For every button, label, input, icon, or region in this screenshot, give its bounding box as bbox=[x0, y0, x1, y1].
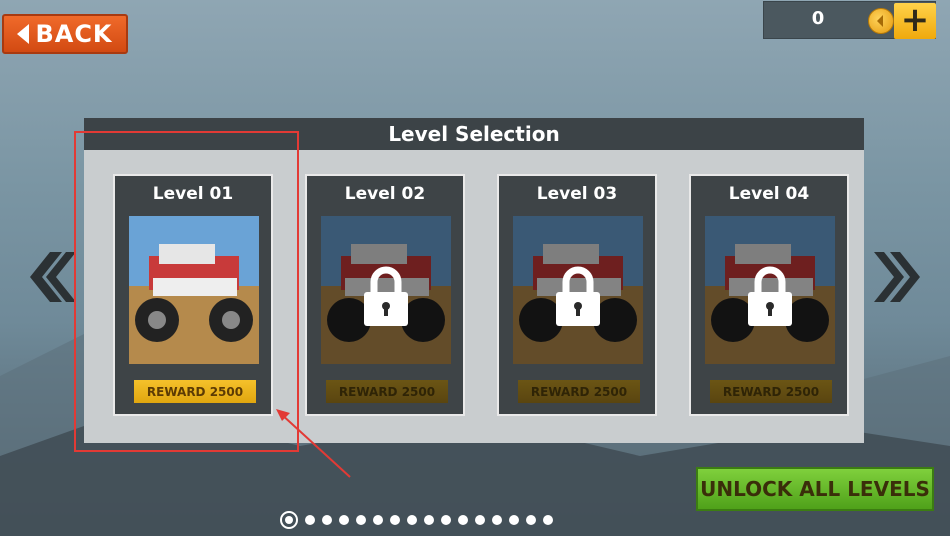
reward-badge: REWARD 2500 bbox=[710, 380, 832, 403]
page-dot[interactable] bbox=[356, 515, 366, 525]
unlock-all-levels-button[interactable]: UNLOCK ALL LEVELS bbox=[696, 467, 934, 511]
page-dot[interactable] bbox=[526, 515, 536, 525]
level-title: Level 04 bbox=[728, 184, 810, 204]
page-dot[interactable] bbox=[390, 515, 400, 525]
level-truck-image bbox=[513, 216, 643, 364]
page-dot[interactable] bbox=[407, 515, 417, 525]
page-dot-active[interactable] bbox=[280, 511, 298, 529]
back-arrow-icon bbox=[17, 24, 30, 44]
page-dot[interactable] bbox=[475, 515, 485, 525]
page-indicator bbox=[280, 508, 553, 532]
plus-icon: + bbox=[900, 0, 930, 40]
page-dot[interactable] bbox=[543, 515, 553, 525]
add-coins-button[interactable]: + bbox=[894, 3, 936, 39]
selection-highlight bbox=[74, 131, 299, 452]
previous-page-arrow-icon[interactable] bbox=[28, 250, 78, 304]
panel-title: Level Selection bbox=[388, 122, 560, 146]
level-title: Level 03 bbox=[536, 184, 618, 204]
annotation-arrow-icon bbox=[276, 409, 351, 478]
page-dot[interactable] bbox=[424, 515, 434, 525]
level-card-04[interactable]: Level 04 REWARD 2500 bbox=[689, 174, 849, 416]
page-dot[interactable] bbox=[458, 515, 468, 525]
coin-counter: 0 + bbox=[763, 1, 936, 39]
level-card-02[interactable]: Level 02 REWARD 2500 bbox=[305, 174, 465, 416]
reward-badge: REWARD 2500 bbox=[326, 380, 448, 403]
level-title: Level 02 bbox=[344, 184, 426, 204]
back-label: BACK bbox=[35, 20, 113, 48]
level-truck-image bbox=[321, 216, 451, 364]
page-dot[interactable] bbox=[373, 515, 383, 525]
lock-icon bbox=[748, 266, 792, 326]
level-card-03[interactable]: Level 03 REWARD 2500 bbox=[497, 174, 657, 416]
next-page-arrow-icon[interactable] bbox=[872, 250, 922, 304]
lock-icon bbox=[364, 266, 408, 326]
page-dot[interactable] bbox=[441, 515, 451, 525]
coin-icon bbox=[868, 8, 894, 34]
page-dot[interactable] bbox=[509, 515, 519, 525]
page-dot[interactable] bbox=[322, 515, 332, 525]
unlock-label: UNLOCK ALL LEVELS bbox=[700, 477, 930, 501]
page-dot[interactable] bbox=[305, 515, 315, 525]
coin-count: 0 bbox=[811, 8, 825, 29]
page-dot[interactable] bbox=[492, 515, 502, 525]
level-truck-image bbox=[705, 216, 835, 364]
reward-badge: REWARD 2500 bbox=[518, 380, 640, 403]
lock-icon bbox=[556, 266, 600, 326]
back-button[interactable]: BACK bbox=[2, 14, 128, 54]
page-dot[interactable] bbox=[339, 515, 349, 525]
